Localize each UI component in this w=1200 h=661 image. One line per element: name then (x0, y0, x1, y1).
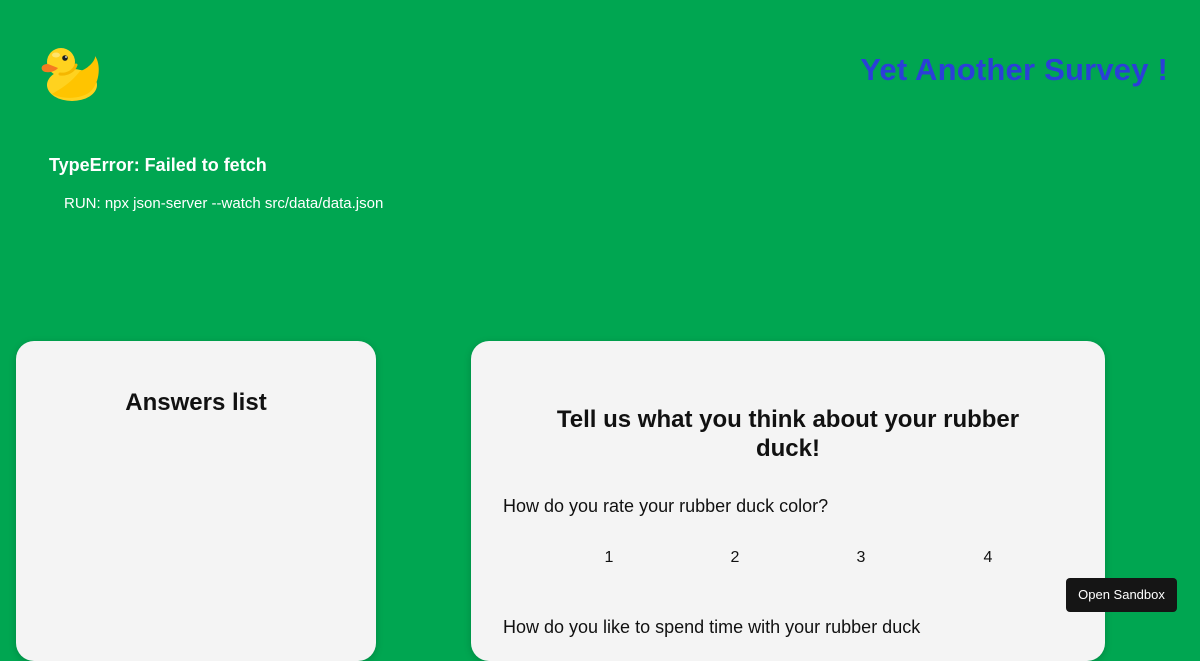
question-rubber-duck-color: How do you rate your rubber duck color? (503, 496, 829, 516)
page-title: Yet Another Survey ! (860, 52, 1168, 87)
rating-option-3[interactable]: 3 (851, 549, 871, 567)
color-rating-options: 1 2 3 4 (471, 549, 1105, 571)
rating-option-1[interactable]: 1 (599, 549, 619, 567)
answers-list-card: Answers list (16, 341, 376, 661)
answers-list-title: Answers list (125, 389, 267, 416)
error-message: TypeError: Failed to fetch (49, 155, 267, 175)
open-sandbox-button[interactable]: Open Sandbox (1066, 578, 1177, 612)
survey-title: Tell us what you think about your rubber… (556, 406, 1020, 462)
error-run-command: RUN: npx json-server --watch src/data/da… (64, 195, 384, 212)
rubber-duck-icon (41, 48, 99, 101)
rating-option-4[interactable]: 4 (978, 549, 998, 567)
question-time-with-duck: How do you like to spend time with your … (503, 617, 921, 637)
survey-card: Tell us what you think about your rubber… (471, 341, 1105, 661)
rating-option-2[interactable]: 2 (725, 549, 745, 567)
